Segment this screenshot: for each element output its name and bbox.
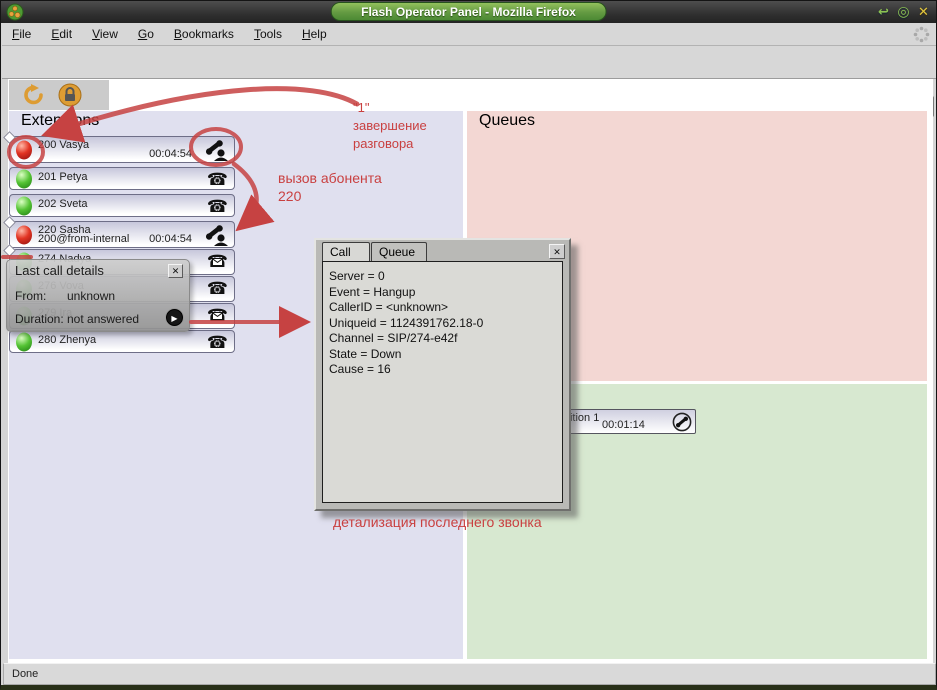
fop-lock-button[interactable] [58,83,82,107]
status-led-idle [16,332,32,351]
status-led-idle [16,196,32,215]
from-value: unknown [67,289,116,303]
connected-channel-label: 200@from-internal [38,233,130,245]
status-text: Done [12,668,39,680]
phone-in-use-icon [205,225,228,246]
last-call-popup: Last call details ✕ From: unknown Durati… [6,259,190,332]
throbber-icon [913,26,930,43]
browser-window: Flash Operator Panel - Mozilla Firefox ↩… [0,0,937,690]
queues-heading: Queues [479,112,536,129]
menu-go[interactable]: Go [128,23,164,45]
maximize-button[interactable]: ◎ [895,3,912,20]
phone-icon: ☎ [206,279,228,298]
fop-refresh-button[interactable] [22,83,46,107]
titlebar[interactable]: Flash Operator Panel - Mozilla Firefox ↩… [1,1,936,23]
popup-duration-row: Duration: not answered [15,312,139,326]
extension-label: 201 Petya [38,171,88,183]
close-button[interactable]: ✕ [915,3,932,20]
extension-label: 200 Vasya [38,139,90,151]
from-label: From: [15,289,47,303]
menubar: File Edit View Go Bookmarks Tools Help [2,23,936,46]
phone-icon: ☎ [206,197,228,216]
call-details-dialog: Call Queue ✕ Server = 0 Event = Hangup C… [314,238,571,511]
extensions-heading: Extensions [21,112,100,129]
tab-call[interactable]: Call [322,242,370,261]
status-led-busy [16,225,32,244]
window-menu-icon[interactable] [6,3,24,21]
queue-timer: 00:01:14 [602,419,645,431]
extension-row-280[interactable]: 280 Zhenya ☎ [9,330,235,353]
minimize-button[interactable]: ↩ [875,3,892,20]
menu-bookmarks[interactable]: Bookmarks [164,23,244,45]
duration-label: Duration: [15,312,64,326]
dialog-line-event: Event = Hangup [329,284,416,299]
menu-edit[interactable]: Edit [41,23,82,45]
extension-row-201[interactable]: 201 Petya ☎ [9,167,235,190]
dialog-line-uniqueid: Uniqueid = 1124391762.18-0 [329,315,484,330]
call-timer: 00:04:54 [149,148,192,160]
extension-label: 202 Sveta [38,198,88,210]
dialog-line-callerid: CallerID = <unknown> [329,300,449,314]
menu-view[interactable]: View [82,23,128,45]
nav-toolbar: ▼ ▼ ↻ ✕ http://ast-test/panel/ ▼ ▶ Go G … [2,46,936,118]
dialog-line-state: State = Down [329,346,402,361]
status-led-busy [16,140,32,159]
extension-label: 280 Zhenya [38,334,97,346]
dialog-line-cause: Cause = 16 [329,362,391,376]
extension-row-220[interactable]: 220 Sasha 200@from-internal 00:04:54 [3,216,235,248]
tab-queue[interactable]: Queue [371,242,427,261]
menu-tools[interactable]: Tools [244,23,292,45]
voicemail-envelope-icon [212,258,223,266]
dialog-close-icon[interactable]: ✕ [549,244,565,259]
extension-row-200[interactable]: 200 Vasya 00:04:54 [3,131,235,163]
call-timer: 00:04:54 [149,233,192,245]
popup-from-row: From: unknown [15,289,115,303]
menu-help[interactable]: Help [292,23,337,45]
phone-icon: ☎ [206,170,228,189]
extension-row-202[interactable]: 202 Sveta ☎ [9,194,235,217]
fop-button-strip [9,80,109,110]
status-led-idle [16,169,32,188]
popup-title: Last call details [15,263,104,278]
window-controls: ↩ ◎ ✕ [875,3,932,20]
dialog-body: Server = 0 Event = Hangup CallerID = <un… [322,261,563,503]
menu-file[interactable]: File [2,23,41,45]
handset-circle-icon [672,412,692,432]
popup-more-button[interactable]: ▶ [166,309,183,326]
dialog-line-server: Server = 0 [329,269,385,283]
phone-icon: ☎ [206,333,228,352]
statusbar: Done [3,663,936,685]
dialog-line-channel: Channel = SIP/274-e42f [329,331,458,345]
duration-value: not answered [67,312,140,326]
voicemail-envelope-icon [212,312,223,320]
phone-in-use-icon [205,140,228,161]
window-title: Flash Operator Panel - Mozilla Firefox [330,2,607,21]
popup-close-icon[interactable]: ✕ [168,264,183,278]
